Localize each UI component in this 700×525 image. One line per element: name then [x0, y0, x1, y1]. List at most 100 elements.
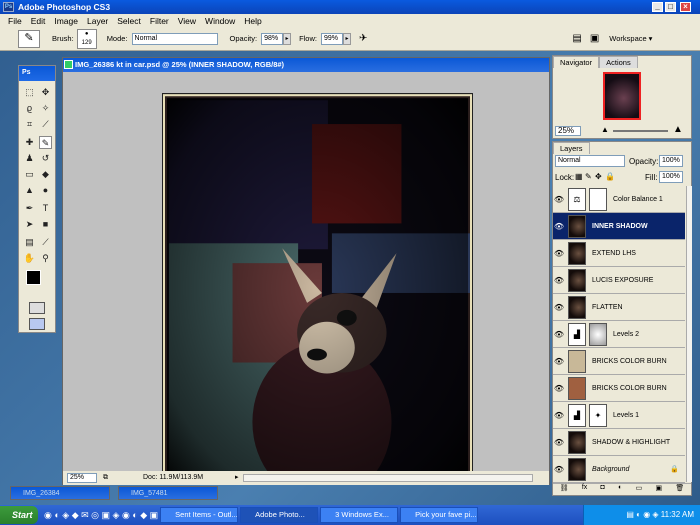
lock-position-icon[interactable]: ✥ — [595, 172, 602, 181]
layer-row[interactable]: 👁 BRICKS COLOR BURN — [553, 348, 685, 375]
history-brush-tool-icon[interactable]: ↺ — [39, 152, 52, 165]
layer-row[interactable]: 👁 ▟ ✦ Levels 1 — [553, 402, 685, 429]
eye-icon[interactable]: 👁 — [553, 438, 565, 447]
layer-row[interactable]: 👁 BRICKS COLOR BURN — [553, 375, 685, 402]
navigator-zoom-field[interactable]: 25% — [555, 126, 581, 136]
move-tool-icon[interactable]: ✥ — [39, 86, 52, 99]
bridge-icon[interactable]: ▣ — [590, 33, 599, 44]
zoom-slider[interactable] — [613, 130, 668, 132]
shape-tool-icon[interactable]: ■ — [39, 218, 52, 231]
opacity-field[interactable]: 98% — [261, 32, 284, 45]
minimize-button[interactable]: _ — [652, 2, 663, 12]
layer-row[interactable]: 👁 ⚖ Color Balance 1 — [553, 186, 685, 213]
new-group-icon[interactable]: ▭ — [636, 484, 643, 495]
status-arrow-icon[interactable]: ▸ — [235, 471, 239, 485]
file-browser-icon[interactable]: ▤ — [572, 33, 581, 44]
workspace-menu[interactable]: Workspace — [609, 34, 646, 43]
tab-navigator[interactable]: Navigator — [553, 56, 600, 68]
mode-select[interactable]: Normal — [131, 32, 218, 45]
menu-layer[interactable]: Layer — [87, 16, 108, 26]
task-browser[interactable]: Pick your fave pi... — [400, 507, 479, 523]
layer-row[interactable]: 👁 EXTEND LHS — [553, 240, 685, 267]
zoom-in-icon[interactable]: ▲ — [673, 124, 683, 135]
screen-mode-icon[interactable] — [29, 318, 45, 330]
layer-opacity-field[interactable]: 100% — [659, 155, 683, 167]
foreground-color-swatch[interactable] — [26, 270, 41, 285]
task-outlook[interactable]: Sent Items - Outl... — [160, 507, 239, 523]
photo-canvas[interactable] — [162, 93, 473, 483]
quick-mask-icon[interactable] — [29, 302, 45, 314]
status-menu-icon[interactable]: ⧉ — [103, 471, 108, 485]
tab-layers[interactable]: Layers — [553, 142, 590, 154]
eye-icon[interactable]: 👁 — [553, 384, 565, 393]
task-photoshop[interactable]: Adobe Photo... — [240, 507, 319, 523]
layer-row[interactable]: 👁 FLATTEN — [553, 294, 685, 321]
flow-field[interactable]: 99% — [320, 32, 343, 45]
new-layer-icon[interactable]: ▣ — [655, 484, 662, 495]
magic-wand-tool-icon[interactable]: ✧ — [39, 102, 52, 115]
zoom-out-icon[interactable]: ▲ — [601, 125, 609, 134]
menu-select[interactable]: Select — [117, 16, 141, 26]
menu-filter[interactable]: Filter — [150, 16, 169, 26]
zoom-field[interactable]: 25% — [67, 473, 97, 483]
maximize-button[interactable]: □ — [665, 2, 676, 12]
lock-transparency-icon[interactable]: ▦ — [575, 172, 583, 181]
eyedropper-tool-icon[interactable]: ⟋ — [39, 236, 52, 249]
flow-arrow-icon[interactable]: ▸ — [342, 32, 351, 45]
opacity-arrow-icon[interactable]: ▸ — [283, 32, 292, 45]
horizontal-scrollbar[interactable] — [243, 474, 533, 482]
layers-scrollbar[interactable] — [686, 186, 692, 482]
crop-tool-icon[interactable]: ⌗ — [23, 118, 36, 131]
add-mask-icon[interactable]: ◘ — [601, 484, 605, 495]
path-selection-tool-icon[interactable]: ➤ — [23, 218, 36, 231]
minimized-doc-2[interactable]: IMG_57481 — [118, 486, 218, 500]
dodge-tool-icon[interactable]: ● — [39, 184, 52, 197]
menu-edit[interactable]: Edit — [31, 16, 46, 26]
eye-icon[interactable]: 👁 — [553, 249, 565, 258]
brush-tool-icon[interactable]: ✎ — [39, 136, 52, 149]
blur-tool-icon[interactable]: ▲ — [23, 184, 36, 197]
layer-row-selected[interactable]: 👁 INNER SHADOW — [553, 213, 685, 240]
layer-row[interactable]: 👁 LUCIS EXPOSURE — [553, 267, 685, 294]
brush-picker[interactable]: ● 129 — [76, 28, 97, 49]
close-button[interactable]: × — [680, 2, 691, 12]
eye-icon[interactable]: 👁 — [553, 330, 565, 339]
eye-icon[interactable]: 👁 — [553, 195, 565, 204]
zoom-tool-icon[interactable]: ⚲ — [39, 252, 52, 265]
tab-actions[interactable]: Actions — [599, 56, 638, 68]
canvas-area[interactable] — [63, 72, 549, 483]
layer-row[interactable]: 👁 Background 🔒 — [553, 456, 685, 483]
notes-tool-icon[interactable]: ▤ — [23, 236, 36, 249]
healing-tool-icon[interactable]: ✚ — [23, 136, 36, 149]
blend-mode-select[interactable]: Normal — [555, 155, 625, 167]
adjustment-layer-icon[interactable]: ◐ — [618, 484, 622, 495]
layer-row[interactable]: 👁 SHADOW & HIGHLIGHT — [553, 429, 685, 456]
type-tool-icon[interactable]: T — [39, 202, 52, 215]
start-button[interactable]: Start — [0, 506, 38, 524]
menu-view[interactable]: View — [178, 16, 196, 26]
menu-window[interactable]: Window — [205, 16, 235, 26]
eye-icon[interactable]: 👁 — [553, 357, 565, 366]
link-layers-icon[interactable]: ⛓ — [560, 484, 569, 495]
eraser-tool-icon[interactable]: ▭ — [23, 168, 36, 181]
eye-icon[interactable]: 👁 — [553, 276, 565, 285]
fill-field[interactable]: 100% — [659, 171, 683, 183]
menu-image[interactable]: Image — [54, 16, 78, 26]
menu-file[interactable]: File — [8, 16, 22, 26]
brush-tool-preset-icon[interactable]: ✎ — [18, 29, 40, 48]
layer-style-icon[interactable]: fx — [582, 484, 587, 495]
eye-icon[interactable]: 👁 — [553, 411, 565, 420]
hand-tool-icon[interactable]: ✋ — [23, 252, 36, 265]
eye-icon[interactable]: 👁 — [553, 465, 565, 474]
navigator-preview[interactable] — [603, 72, 641, 120]
lock-pixels-icon[interactable]: ✎ — [585, 172, 592, 181]
eye-icon[interactable]: 👁 — [553, 303, 565, 312]
layer-row[interactable]: 👁 ▟ Levels 2 — [553, 321, 685, 348]
menu-help[interactable]: Help — [244, 16, 261, 26]
paint-bucket-tool-icon[interactable]: ◆ — [39, 168, 52, 181]
tray-icons[interactable]: ▤ ◐ ◉ ◈ — [626, 510, 660, 519]
pen-tool-icon[interactable]: ✒ — [23, 202, 36, 215]
slice-tool-icon[interactable]: ⟋ — [39, 118, 52, 131]
stamp-tool-icon[interactable]: ♟ — [23, 152, 36, 165]
eye-icon[interactable]: 👁 — [553, 222, 565, 231]
